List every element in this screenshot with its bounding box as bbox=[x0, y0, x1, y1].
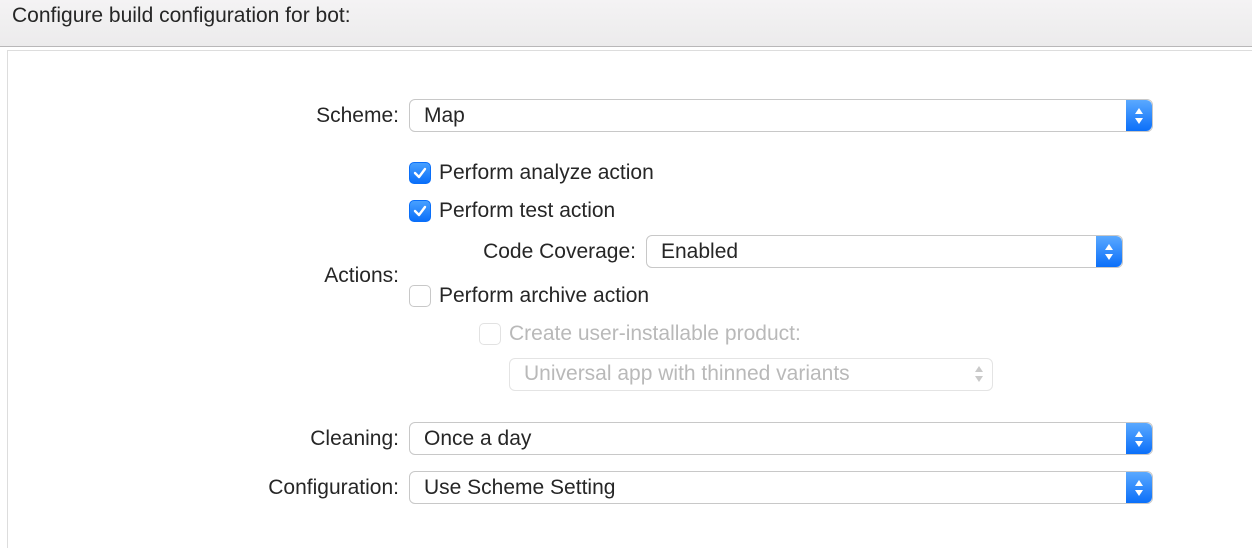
stepper-icon bbox=[966, 359, 992, 390]
installable-variant-select: Universal app with thinned variants bbox=[509, 358, 993, 391]
actions-label: Actions: bbox=[8, 264, 409, 288]
configuration-select[interactable]: Use Scheme Setting bbox=[409, 471, 1153, 504]
scheme-select-value: Map bbox=[409, 99, 1153, 132]
row-actions: Actions: Perform analyze action Perform … bbox=[8, 159, 1252, 392]
code-coverage-value: Enabled bbox=[646, 235, 1123, 268]
cleaning-label: Cleaning: bbox=[8, 427, 409, 451]
installable-variant-value: Universal app with thinned variants bbox=[509, 358, 993, 391]
stepper-icon bbox=[1096, 236, 1122, 267]
row-code-coverage: Code Coverage: Enabled bbox=[409, 235, 1153, 268]
stepper-icon bbox=[1126, 423, 1152, 454]
configuration-label: Configuration: bbox=[8, 476, 409, 500]
row-scheme: Scheme: Map bbox=[8, 99, 1252, 132]
archive-label: Perform archive action bbox=[439, 284, 649, 308]
scheme-label: Scheme: bbox=[8, 104, 409, 128]
action-analyze-row: Perform analyze action bbox=[409, 159, 1153, 187]
stepper-icon bbox=[1126, 100, 1152, 131]
row-configuration: Configuration: Use Scheme Setting bbox=[8, 471, 1252, 504]
header-title: Configure build configuration for bot: bbox=[12, 4, 351, 28]
action-archive-row: Perform archive action bbox=[409, 282, 1153, 310]
installable-label: Create user-installable product: bbox=[509, 322, 801, 346]
cleaning-value: Once a day bbox=[409, 422, 1153, 455]
test-label: Perform test action bbox=[439, 199, 615, 223]
code-coverage-select[interactable]: Enabled bbox=[646, 235, 1123, 268]
code-coverage-label: Code Coverage: bbox=[409, 240, 646, 264]
action-test-row: Perform test action bbox=[409, 197, 1153, 225]
action-installable-row: Create user-installable product: bbox=[409, 320, 1153, 348]
analyze-checkbox[interactable] bbox=[409, 162, 431, 184]
header-bar: Configure build configuration for bot: bbox=[0, 0, 1252, 47]
scheme-select[interactable]: Map bbox=[409, 99, 1153, 132]
stepper-icon bbox=[1126, 472, 1152, 503]
archive-checkbox[interactable] bbox=[409, 285, 431, 307]
installable-checkbox bbox=[479, 323, 501, 345]
test-checkbox[interactable] bbox=[409, 200, 431, 222]
analyze-label: Perform analyze action bbox=[439, 161, 654, 185]
row-cleaning: Cleaning: Once a day bbox=[8, 422, 1252, 455]
configuration-value: Use Scheme Setting bbox=[409, 471, 1153, 504]
installable-variant-row: Universal app with thinned variants bbox=[409, 356, 1153, 392]
config-panel: Scheme: Map Actions: Perform analyze act… bbox=[7, 50, 1252, 548]
cleaning-select[interactable]: Once a day bbox=[409, 422, 1153, 455]
